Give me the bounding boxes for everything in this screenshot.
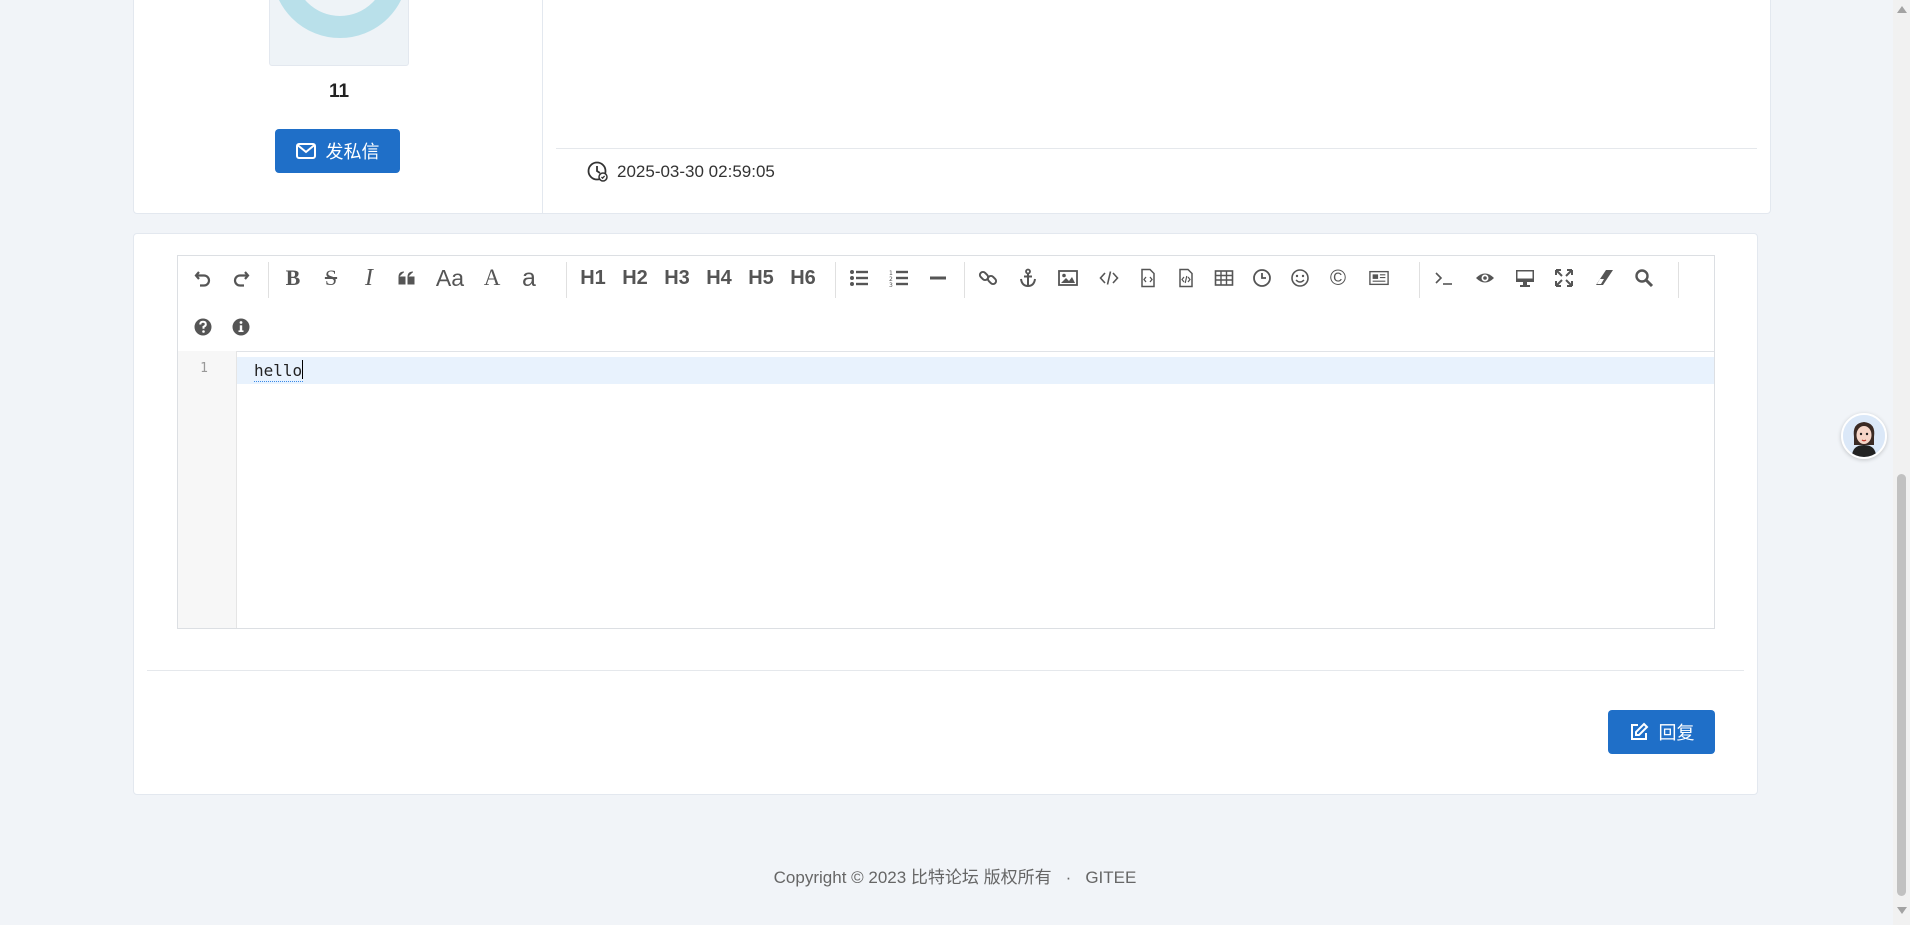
toolbar-separator bbox=[268, 262, 269, 298]
preformatted-text-icon[interactable] bbox=[1135, 262, 1161, 294]
username[interactable]: 11 bbox=[134, 81, 544, 103]
user-card: 11 发私信 bbox=[133, 0, 543, 214]
line-number: 1 bbox=[200, 361, 208, 376]
h2-button[interactable]: H2 bbox=[618, 262, 652, 294]
link-icon[interactable] bbox=[975, 262, 1001, 294]
toolbar-separator bbox=[1678, 262, 1679, 298]
footer: Copyright © 2023 比特论坛 版权所有 · GITEE bbox=[0, 863, 1910, 888]
clock-icon bbox=[587, 161, 608, 182]
scrollbar-thumb[interactable] bbox=[1897, 474, 1906, 896]
h3-button[interactable]: H3 bbox=[660, 262, 694, 294]
editor-text-area[interactable]: hello bbox=[254, 360, 304, 382]
send-private-message-label: 发私信 bbox=[325, 142, 380, 162]
markdown-editor: B S I Aa A a H1 H2 H3 H4 H5 H6 123 © 1 h… bbox=[177, 255, 1715, 629]
h4-button[interactable]: H4 bbox=[702, 262, 736, 294]
h6-button[interactable]: H6 bbox=[786, 262, 820, 294]
emoji-icon[interactable] bbox=[1287, 262, 1313, 294]
table-icon[interactable] bbox=[1211, 262, 1237, 294]
toolbar-separator bbox=[1419, 262, 1420, 298]
code-icon[interactable] bbox=[1096, 262, 1122, 294]
toolbar-separator bbox=[566, 262, 567, 298]
goto-line-icon[interactable] bbox=[1431, 262, 1457, 294]
active-line-highlight bbox=[237, 357, 1714, 384]
post-timestamp: 2025-03-30 02:59:05 bbox=[587, 161, 775, 183]
uppercase-icon[interactable]: Aa bbox=[432, 262, 468, 294]
footer-separator: · bbox=[1065, 868, 1072, 887]
help-icon[interactable] bbox=[190, 311, 216, 343]
preview-desktop-icon[interactable] bbox=[1512, 262, 1538, 294]
list-ol-icon[interactable]: 123 bbox=[886, 262, 912, 294]
envelope-icon bbox=[295, 143, 316, 159]
image-icon[interactable] bbox=[1055, 262, 1081, 294]
scroll-up-arrow-icon[interactable] bbox=[1897, 6, 1907, 13]
horizontal-rule-icon[interactable] bbox=[925, 262, 951, 294]
editor-divider bbox=[147, 670, 1744, 671]
edit-icon bbox=[1630, 722, 1648, 740]
lowercase-icon[interactable]: a bbox=[516, 262, 542, 294]
post-timestamp-text: 2025-03-30 02:59:05 bbox=[617, 162, 775, 181]
list-ul-icon[interactable] bbox=[846, 262, 872, 294]
editor-content: hello bbox=[254, 361, 303, 380]
quote-icon[interactable] bbox=[394, 262, 420, 294]
redo-icon[interactable] bbox=[228, 262, 254, 294]
search-icon[interactable] bbox=[1631, 262, 1657, 294]
page-scrollbar[interactable] bbox=[1893, 0, 1910, 925]
user-avatar[interactable] bbox=[269, 0, 409, 66]
gitee-link[interactable]: GITEE bbox=[1085, 868, 1136, 887]
avatar-placeholder-icon bbox=[272, 0, 408, 38]
copyright-text: Copyright © 2023 比特论坛 版权所有 bbox=[773, 868, 1052, 887]
datetime-icon[interactable] bbox=[1249, 262, 1275, 294]
watch-eye-icon[interactable] bbox=[1472, 262, 1498, 294]
editor-toolbar: B S I Aa A a H1 H2 H3 H4 H5 H6 123 © bbox=[178, 256, 1714, 352]
post-content-card: 2025-03-30 02:59:05 bbox=[542, 0, 1771, 214]
toolbar-separator bbox=[964, 262, 965, 298]
reply-button[interactable]: 回复 bbox=[1608, 710, 1715, 754]
bold-icon[interactable]: B bbox=[280, 262, 306, 294]
reply-editor-card: B S I Aa A a H1 H2 H3 H4 H5 H6 123 © 1 h… bbox=[133, 233, 1758, 795]
info-icon[interactable] bbox=[228, 311, 254, 343]
post-divider bbox=[556, 148, 1757, 149]
reply-button-label: 回复 bbox=[1658, 723, 1695, 743]
text-cursor bbox=[302, 360, 304, 379]
italic-icon[interactable]: I bbox=[356, 262, 382, 294]
fullscreen-icon[interactable] bbox=[1551, 262, 1577, 294]
h1-button[interactable]: H1 bbox=[576, 262, 610, 294]
send-private-message-button[interactable]: 发私信 bbox=[275, 129, 400, 173]
h5-button[interactable]: H5 bbox=[744, 262, 778, 294]
svg-text:3: 3 bbox=[889, 282, 893, 288]
strikethrough-icon[interactable]: S bbox=[318, 262, 344, 294]
undo-icon[interactable] bbox=[190, 262, 216, 294]
toolbar-separator bbox=[835, 262, 836, 298]
pagebreak-icon[interactable] bbox=[1364, 262, 1394, 294]
line-number-gutter: 1 bbox=[178, 351, 237, 628]
assistant-avatar-icon[interactable] bbox=[1841, 413, 1887, 459]
scroll-down-arrow-icon[interactable] bbox=[1897, 907, 1907, 914]
code-block-icon[interactable] bbox=[1173, 262, 1199, 294]
eraser-icon[interactable] bbox=[1591, 262, 1617, 294]
capitalize-icon[interactable]: A bbox=[479, 262, 505, 294]
html-entities-icon[interactable]: © bbox=[1325, 262, 1351, 294]
anchor-icon[interactable] bbox=[1015, 262, 1041, 294]
